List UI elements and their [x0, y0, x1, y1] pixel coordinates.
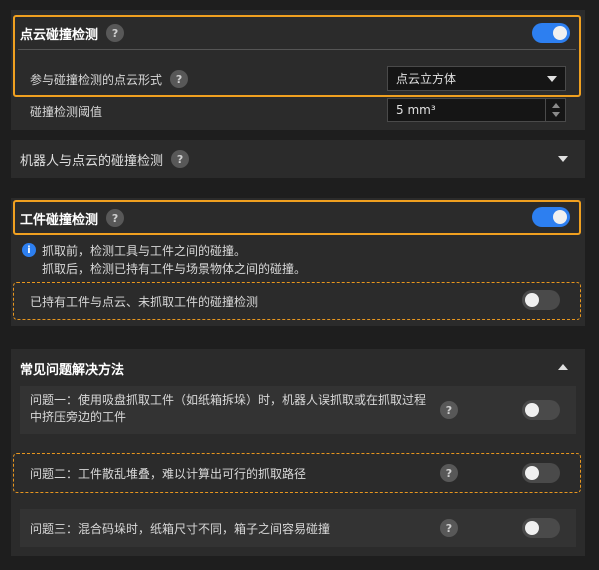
chevron-up-icon[interactable]: [558, 364, 568, 370]
threshold-value: 5 mm³: [396, 103, 436, 117]
workpiece-title: 工件碰撞检测: [20, 212, 99, 228]
workpiece-help-icon[interactable]: ?: [106, 209, 125, 227]
threshold-row: 碰撞检测阈值: [30, 100, 102, 122]
faq-item-2-row: 问题二：工件散乱堆叠，难以计算出可行的抓取路径: [30, 462, 306, 484]
pointcloud-form-row: 参与碰撞检测的点云形式 ?: [30, 68, 189, 90]
held-workpiece-row: 已持有工件与点云、未抓取工件的碰撞检测: [30, 290, 258, 312]
chevron-down-icon[interactable]: [558, 156, 568, 162]
faq-item-2-toggle[interactable]: [522, 463, 560, 483]
chevron-down-icon: [547, 76, 557, 82]
stepper-up-icon[interactable]: [552, 103, 560, 108]
info-line1: 抓取前，检测工具与工件之间的碰撞。: [42, 243, 247, 258]
toggle-knob: [525, 293, 539, 307]
info-icon: i: [22, 243, 36, 257]
faq-item-1-line1: 问题一：使用吸盘抓取工件（如纸箱拆垛）时，机器人误抓取或在抓取过程: [30, 393, 427, 407]
toggle-knob: [525, 521, 539, 535]
header-divider: [18, 49, 576, 50]
stepper-down-icon[interactable]: [552, 112, 560, 117]
threshold-stepper[interactable]: [545, 99, 565, 121]
faq-item-2-label: 问题二：工件散乱堆叠，难以计算出可行的抓取路径: [30, 466, 307, 481]
robot-title: 机器人与点云的碰撞检测: [20, 153, 164, 169]
workpiece-header: 工件碰撞检测 ?: [20, 207, 125, 229]
pointcloud-form-help-icon[interactable]: ?: [170, 70, 189, 88]
toggle-knob: [553, 210, 567, 224]
faq-item-1-line2: 中挤压旁边的工件: [30, 410, 127, 424]
threshold-input[interactable]: 5 mm³: [387, 98, 566, 122]
faq-header: 常见问题解决方法: [20, 357, 124, 379]
pointcloud-title: 点云碰撞检测: [20, 27, 99, 43]
robot-help-icon[interactable]: ?: [171, 150, 190, 168]
pointcloud-form-value: 点云立方体: [396, 72, 457, 86]
faq-item-3-help-icon[interactable]: ?: [440, 519, 458, 537]
info-line2: 抓取后，检测已持有工件与场景物体之间的碰撞。: [42, 261, 307, 276]
toggle-knob: [525, 403, 539, 417]
held-workpiece-toggle[interactable]: [522, 290, 560, 310]
workpiece-toggle[interactable]: [532, 207, 570, 227]
held-workpiece-label: 已持有工件与点云、未抓取工件的碰撞检测: [30, 294, 259, 309]
faq-item-3-label: 问题三：混合码垛时，纸箱尺寸不同，箱子之间容易碰撞: [30, 521, 331, 536]
faq-item-3-row: 问题三：混合码垛时，纸箱尺寸不同，箱子之间容易碰撞: [30, 517, 330, 539]
faq-item-2-help-icon[interactable]: ?: [440, 464, 458, 482]
faq-item-1-text: 问题一：使用吸盘抓取工件（如纸箱拆垛）时，机器人误抓取或在抓取过程 中挤压旁边的…: [30, 392, 440, 426]
toggle-knob: [553, 26, 567, 40]
toggle-knob: [525, 466, 539, 480]
pointcloud-form-select[interactable]: 点云立方体: [387, 66, 566, 91]
info-block: i 抓取前，检测工具与工件之间的碰撞。 抓取后，检测已持有工件与场景物体之间的碰…: [22, 242, 562, 276]
threshold-label: 碰撞检测阈值: [30, 104, 103, 119]
pointcloud-toggle[interactable]: [532, 23, 570, 43]
robot-header: 机器人与点云的碰撞检测 ?: [20, 148, 190, 170]
faq-title: 常见问题解决方法: [20, 362, 125, 378]
faq-item-1-help-icon[interactable]: ?: [440, 401, 458, 419]
pointcloud-form-label: 参与碰撞检测的点云形式: [30, 72, 163, 87]
pointcloud-header: 点云碰撞检测 ?: [20, 22, 125, 44]
faq-item-3-toggle[interactable]: [522, 518, 560, 538]
pointcloud-help-icon[interactable]: ?: [106, 24, 125, 42]
faq-item-1-toggle[interactable]: [522, 400, 560, 420]
